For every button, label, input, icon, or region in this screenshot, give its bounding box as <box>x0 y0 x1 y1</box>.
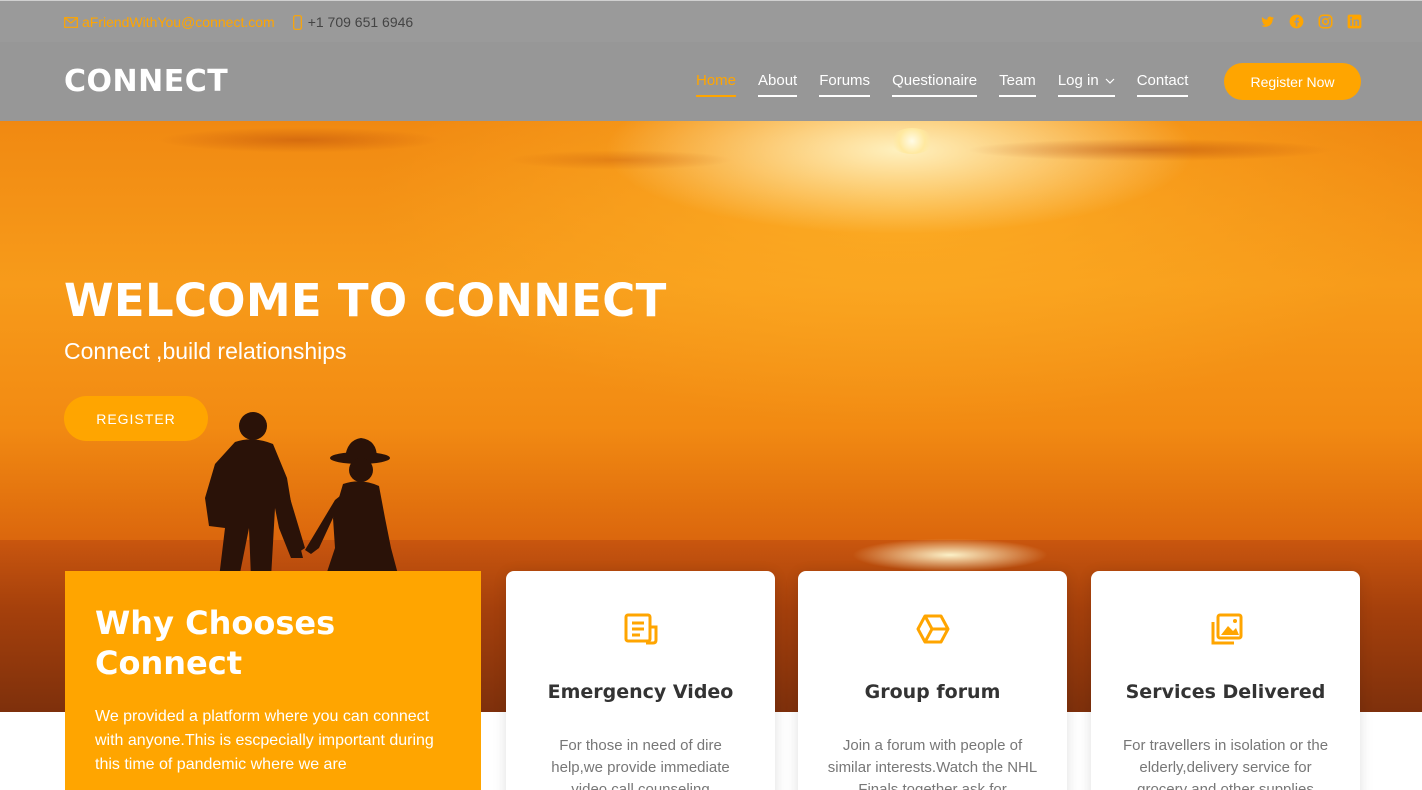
main-header: CONNECT Home About Forums Questionaire T… <box>0 42 1422 121</box>
hero-clouds <box>0 110 1422 190</box>
card-title: Emergency Video <box>547 681 734 703</box>
why-choose-text: We provided a platform where you can con… <box>95 708 434 773</box>
twitter-icon[interactable] <box>1260 14 1275 29</box>
nav-contact[interactable]: Contact <box>1136 72 1189 97</box>
nav-questionaire[interactable]: Questionaire <box>892 72 978 97</box>
nav-team[interactable]: Team <box>999 72 1036 97</box>
nav-about[interactable]: About <box>758 72 798 97</box>
why-choose-box: Why Chooses Connect We provided a platfo… <box>65 571 481 790</box>
hero-subtitle: Connect ,build relationships <box>64 338 347 364</box>
card-title: Services Delivered <box>1125 681 1326 703</box>
social-links <box>1260 14 1362 29</box>
hero-title: WELCOME TO CONNECT <box>64 274 667 327</box>
feature-card-services-delivered[interactable]: Services Delivered For travellers in iso… <box>1091 571 1360 790</box>
card-title: Group forum <box>864 681 1001 703</box>
instagram-icon[interactable] <box>1318 14 1333 29</box>
top-bar: aFriendWithYou@connect.com +1 709 651 69… <box>0 0 1422 42</box>
nav-login[interactable]: Log in <box>1057 72 1115 97</box>
phone-number: +1 709 651 6946 <box>307 14 414 30</box>
feature-card-emergency-video[interactable]: Emergency Video For those in need of dir… <box>506 571 775 790</box>
contact-info: aFriendWithYou@connect.com +1 709 651 69… <box>64 14 413 30</box>
hero-sun <box>890 128 934 154</box>
email-link[interactable]: aFriendWithYou@connect.com <box>82 14 275 30</box>
feature-card-group-forum[interactable]: Group forum Join a forum with people of … <box>798 571 1067 790</box>
card-text: For those in need of dire help,we provid… <box>551 737 730 790</box>
hero-register-button[interactable]: REGISTER <box>64 396 208 441</box>
cube-icon <box>798 613 1067 645</box>
facebook-icon[interactable] <box>1289 14 1304 29</box>
nav-forums[interactable]: Forums <box>819 72 871 97</box>
document-icon <box>506 613 775 645</box>
register-now-button[interactable]: Register Now <box>1224 63 1361 100</box>
nav-login-label: Log in <box>1057 72 1099 89</box>
main-nav: Home About Forums Questionaire Team Log … <box>696 72 1210 97</box>
card-text: Join a forum with people of similar inte… <box>827 737 1038 790</box>
linkedin-icon[interactable] <box>1347 14 1362 29</box>
couple-silhouette <box>205 412 399 578</box>
nav-home[interactable]: Home <box>696 72 737 97</box>
site-logo[interactable]: CONNECT <box>64 64 228 99</box>
envelope-icon <box>64 16 78 28</box>
why-choose-title: Why Chooses Connect <box>95 604 336 682</box>
phone-icon <box>292 14 302 30</box>
card-text: For travellers in isolation or the elder… <box>1122 737 1329 790</box>
gallery-icon <box>1091 613 1360 647</box>
chevron-down-icon <box>1105 78 1115 84</box>
